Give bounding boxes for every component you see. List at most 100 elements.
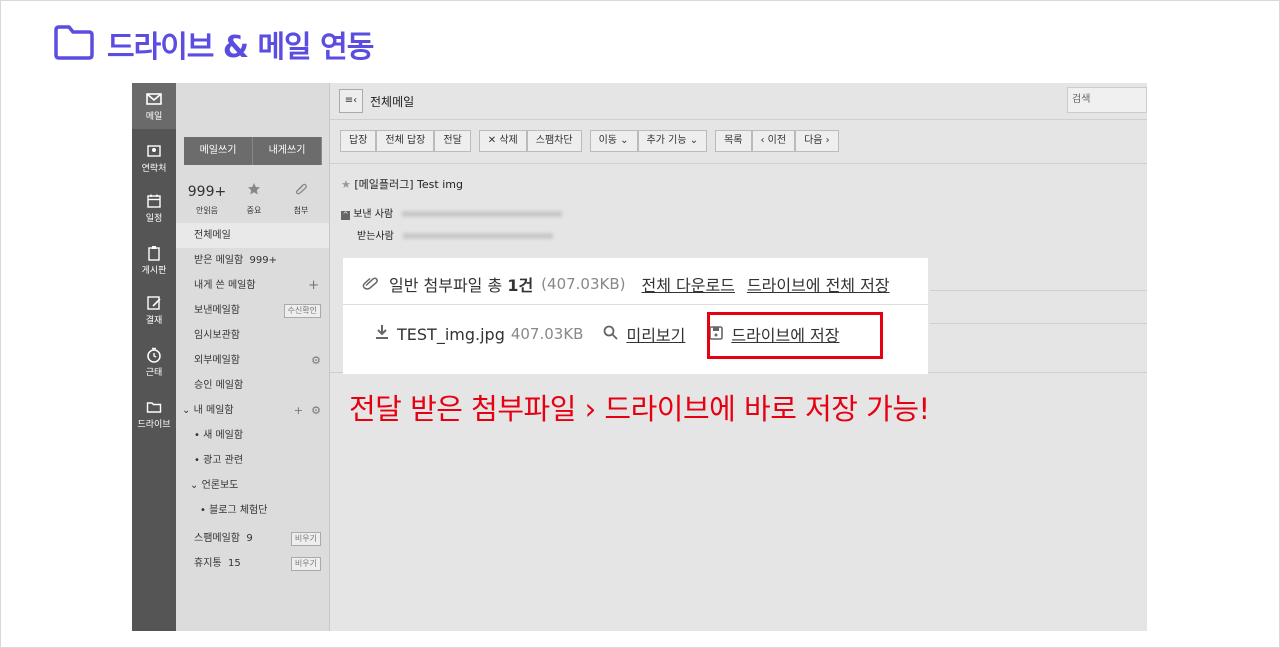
plus-icon[interactable]: + bbox=[294, 398, 303, 423]
search-input[interactable]: 검색 bbox=[1067, 87, 1147, 113]
write-mail-button[interactable]: 메일쓰기 bbox=[184, 137, 253, 165]
page-title: 드라이브 & 메일 연동 bbox=[107, 30, 374, 65]
next-button[interactable]: 다음 › bbox=[795, 130, 839, 152]
folder-label: 보낸메일함 bbox=[194, 305, 240, 316]
recipient-row: 받는사람 bbox=[357, 227, 553, 242]
download-icon[interactable] bbox=[375, 324, 389, 344]
from-label: 보낸 사람 bbox=[353, 209, 394, 220]
delete-button[interactable]: ✕ 삭제 bbox=[478, 130, 527, 152]
download-all-link[interactable]: 전체 다운로드 bbox=[642, 272, 735, 296]
folder-to-me[interactable]: 내게 쓴 메일함 + bbox=[176, 273, 329, 298]
folder-icon bbox=[53, 23, 95, 65]
folder-label: 내 메일함 bbox=[193, 405, 234, 416]
folder-label: 새 메일함 bbox=[203, 430, 244, 441]
folder-label: 내게 쓴 메일함 bbox=[194, 280, 256, 291]
nav-item-drive[interactable]: 드라이브 bbox=[132, 399, 176, 430]
nav-label: 게시판 bbox=[141, 266, 167, 276]
folder-sent[interactable]: 보낸메일함 수신확인 bbox=[176, 298, 329, 323]
folder-external[interactable]: 외부메일함 ⚙ bbox=[176, 348, 329, 373]
read-receipt-button[interactable]: 수신확인 bbox=[283, 304, 321, 318]
folder-inbox[interactable]: 받은 메일함 999+ bbox=[176, 248, 329, 273]
unread-count: 999+ bbox=[187, 184, 227, 200]
clock-icon bbox=[147, 347, 161, 363]
save-to-drive-highlight bbox=[707, 312, 883, 359]
folder-label: 외부메일함 bbox=[194, 355, 240, 366]
folder-count: 15 bbox=[227, 558, 241, 569]
approval-icon bbox=[147, 296, 161, 310]
forward-button[interactable]: 전달 bbox=[434, 130, 471, 152]
folder-approval[interactable]: 승인 메일함 bbox=[176, 373, 329, 398]
board-icon bbox=[148, 246, 160, 261]
collapse-icon[interactable]: ^ bbox=[341, 211, 350, 220]
mail-folder-panel: 메일쓰기 내게쓰기 999+ 안읽음 중요 첨부 전체메일 받은 메일함 999… bbox=[176, 83, 330, 631]
file-size: 407.03KB bbox=[510, 325, 584, 343]
folder-blog[interactable]: • 블로그 체험단 bbox=[176, 498, 329, 523]
empty-trash-button[interactable]: 비우기 bbox=[290, 557, 321, 571]
more-dropdown[interactable]: 추가 기능 ⌄ bbox=[637, 130, 708, 152]
file-name[interactable]: TEST_img.jpg bbox=[397, 325, 505, 344]
folder-press[interactable]: ⌄ 언론보도 bbox=[176, 473, 329, 498]
folder-my[interactable]: ⌄ 내 메일함 + ⚙ bbox=[176, 398, 329, 423]
folder-label: 전체메일 bbox=[194, 230, 231, 241]
nav-item-board[interactable]: 게시판 bbox=[132, 245, 176, 276]
nav-item-mail[interactable]: 메일 bbox=[132, 83, 176, 129]
folder-new[interactable]: • 새 메일함 bbox=[176, 423, 329, 448]
gear-icon[interactable]: ⚙ bbox=[311, 398, 321, 423]
paperclip-icon bbox=[278, 181, 324, 203]
list-button[interactable]: 목록 bbox=[715, 130, 752, 152]
toggle-list-button[interactable]: ≡‹ bbox=[339, 89, 363, 113]
nav-item-contacts[interactable]: 연락처 bbox=[132, 143, 176, 174]
attachment-count: 1건 bbox=[507, 276, 534, 295]
prev-button[interactable]: ‹ 이전 bbox=[751, 130, 796, 152]
folder-icon bbox=[146, 402, 162, 413]
folder-label: 블로그 체험단 bbox=[209, 505, 268, 516]
folder-list: 전체메일 받은 메일함 999+ 내게 쓴 메일함 + 보낸메일함 수신확인 임시보… bbox=[176, 223, 329, 576]
starred-label: 중요 bbox=[246, 206, 262, 215]
mail-toolbar: 답장 전체 답장 전달 ✕ 삭제 스팸차단 이동 ⌄ 추가 기능 ⌄ 목록 ‹ … bbox=[340, 130, 839, 152]
contact-icon bbox=[147, 145, 161, 157]
starred-filter[interactable]: 중요 bbox=[231, 181, 277, 216]
folder-label: 받은 메일함 bbox=[194, 255, 244, 266]
write-self-button[interactable]: 내게쓰기 bbox=[253, 137, 322, 165]
nav-item-approval[interactable]: 결재 bbox=[132, 295, 176, 326]
gear-icon[interactable]: ⚙ bbox=[311, 348, 321, 373]
attachment-filter[interactable]: 첨부 bbox=[278, 181, 324, 216]
folder-label: 언론보도 bbox=[201, 480, 239, 491]
plus-icon[interactable]: + bbox=[308, 273, 319, 298]
empty-spam-button[interactable]: 비우기 bbox=[290, 532, 321, 546]
to-label: 받는사람 bbox=[357, 231, 394, 242]
mail-icon bbox=[146, 93, 162, 105]
mailbox-title: 전체메일 bbox=[370, 95, 415, 109]
reply-button[interactable]: 답장 bbox=[340, 130, 377, 152]
reply-all-button[interactable]: 전체 답장 bbox=[376, 130, 435, 152]
folder-trash[interactable]: 휴지통 15 비우기 bbox=[176, 551, 329, 576]
nav-label: 연락처 bbox=[141, 164, 167, 174]
folder-ad[interactable]: • 광고 관련 bbox=[176, 448, 329, 473]
attachment-total-size: (407.03KB) bbox=[541, 275, 626, 293]
nav-item-calendar[interactable]: 일정 bbox=[132, 193, 176, 224]
nav-label: 결재 bbox=[145, 316, 163, 326]
star-icon bbox=[231, 181, 277, 203]
folder-spam[interactable]: 스팸메일함 9 비우기 bbox=[176, 526, 329, 551]
chevron-down-icon[interactable]: ⌄ bbox=[190, 480, 198, 491]
folder-label: 임시보관함 bbox=[194, 330, 240, 341]
nav-label: 메일 bbox=[145, 112, 163, 122]
folder-label: 광고 관련 bbox=[203, 455, 244, 466]
chevron-down-icon[interactable]: ⌄ bbox=[182, 405, 190, 416]
star-icon[interactable]: ★ bbox=[341, 178, 351, 191]
block-spam-button[interactable]: 스팸차단 bbox=[526, 130, 582, 152]
divider bbox=[343, 304, 928, 305]
save-all-to-drive-link[interactable]: 드라이브에 전체 저장 bbox=[747, 272, 890, 296]
folder-drafts[interactable]: 임시보관함 bbox=[176, 323, 329, 348]
move-dropdown[interactable]: 이동 ⌄ bbox=[589, 130, 638, 152]
sender-row: ^ 보낸 사람 bbox=[341, 205, 563, 220]
paperclip-icon bbox=[361, 275, 379, 294]
folder-label: 스팸메일함 bbox=[194, 533, 240, 544]
slide-heading: 드라이브 & 메일 연동 bbox=[53, 22, 374, 66]
nav-item-attendance[interactable]: 근태 bbox=[132, 347, 176, 378]
folder-all[interactable]: 전체메일 bbox=[176, 223, 329, 248]
preview-link[interactable]: 미리보기 bbox=[626, 322, 685, 346]
subject-text: [메일플러그] Test img bbox=[354, 178, 463, 191]
unread-filter[interactable]: 999+ 안읽음 bbox=[184, 181, 230, 216]
attachment-label: 일반 첨부파일 총 bbox=[389, 276, 503, 295]
